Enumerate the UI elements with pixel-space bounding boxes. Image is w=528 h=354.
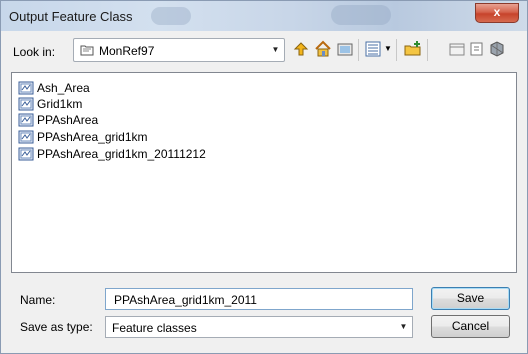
title-bar[interactable]: Output Feature Class x [1, 1, 527, 31]
new-folder-icon[interactable] [447, 39, 467, 59]
feature-class-icon [18, 113, 34, 126]
list-item[interactable]: PPAshArea_grid1km [18, 128, 148, 145]
chevron-down-icon[interactable]: ▼ [267, 39, 284, 61]
save-as-type-value: Feature classes [112, 321, 197, 335]
chevron-down-icon[interactable]: ▼ [384, 44, 392, 53]
list-item[interactable]: Grid1km [18, 95, 82, 112]
name-input[interactable]: PPAshArea_grid1km_2011 [105, 288, 413, 310]
close-button[interactable]: x [475, 3, 519, 23]
file-name: PPAshArea [37, 112, 99, 127]
output-feature-class-dialog: Output Feature Class x Look in: MonRef97… [0, 0, 528, 354]
window-title: Output Feature Class [9, 9, 133, 24]
save-as-type-combo[interactable]: Feature classes ▼ [105, 316, 413, 338]
file-name: Ash_Area [37, 80, 90, 95]
connect-folder-icon[interactable] [335, 39, 355, 59]
view-menu-icon[interactable] [363, 39, 383, 59]
list-item[interactable]: PPAshArea_grid1km_20111212 [18, 145, 206, 162]
new-item-icon[interactable] [403, 39, 423, 59]
name-label: Name: [20, 293, 56, 307]
folder-icon [80, 45, 94, 56]
save-as-type-label: Save as type: [20, 320, 93, 334]
list-item[interactable]: PPAshArea [18, 111, 98, 128]
save-button[interactable]: Save [431, 287, 510, 310]
look-in-label: Look in: [13, 45, 56, 59]
close-icon: x [493, 5, 501, 19]
file-list[interactable]: Ash_Area Grid1km PPAshArea PPAshArea_gri… [11, 72, 517, 273]
toolbar-separator [427, 39, 428, 61]
toolbar-separator [358, 39, 359, 61]
cancel-button[interactable]: Cancel [431, 315, 510, 338]
list-item[interactable]: Ash_Area [18, 79, 90, 96]
titlebar-blur [331, 5, 391, 25]
refresh-icon[interactable] [467, 39, 487, 59]
titlebar-blur [151, 7, 191, 25]
feature-class-icon [18, 147, 34, 160]
chevron-down-icon[interactable]: ▼ [395, 317, 412, 337]
home-icon[interactable] [313, 39, 333, 59]
look-in-value: MonRef97 [99, 44, 155, 58]
options-icon[interactable] [487, 39, 507, 59]
toolbar-separator [396, 39, 397, 61]
file-name: PPAshArea_grid1km_20111212 [37, 146, 206, 161]
look-in-combo[interactable]: MonRef97 ▼ [73, 38, 285, 62]
file-name: Grid1km [37, 96, 83, 111]
feature-class-icon [18, 81, 34, 94]
feature-class-icon [18, 97, 34, 110]
file-name: PPAshArea_grid1km [37, 129, 148, 144]
feature-class-icon [18, 130, 34, 143]
up-one-level-icon[interactable] [291, 39, 311, 59]
